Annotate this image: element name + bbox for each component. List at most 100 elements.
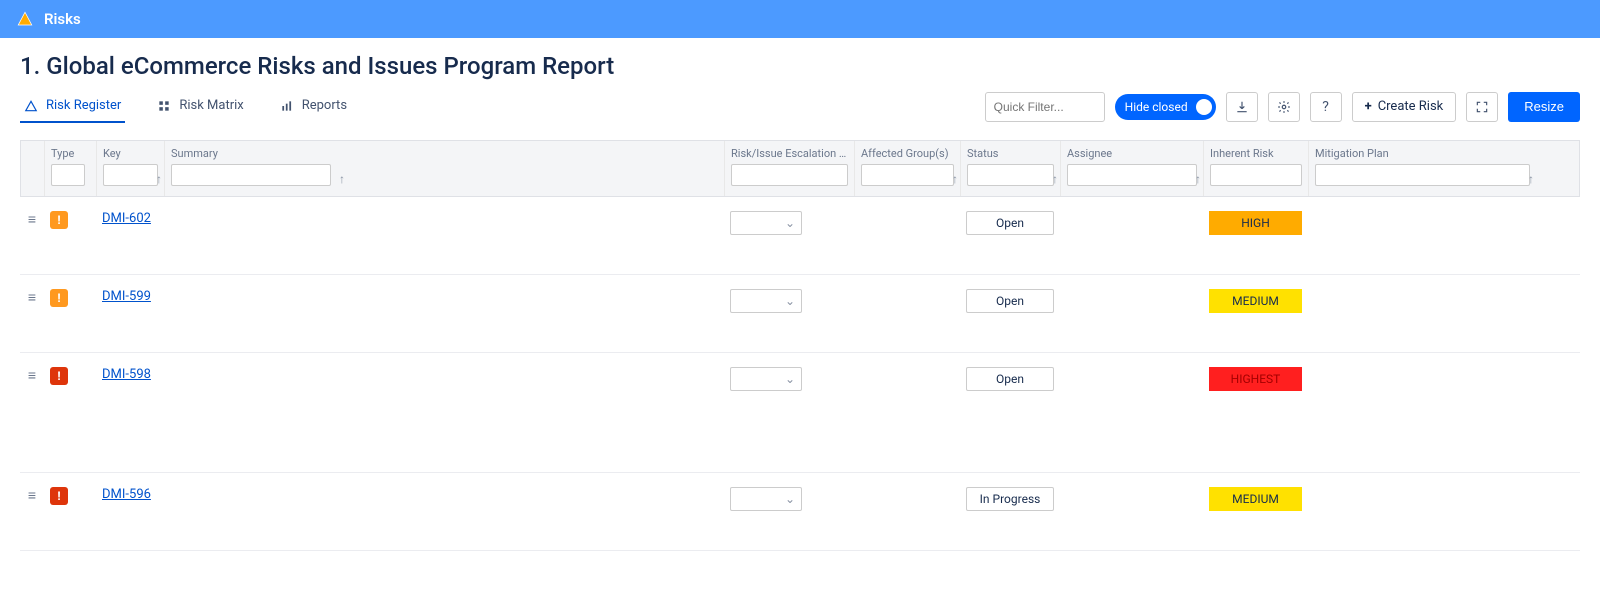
col-key: Key ↑	[97, 141, 165, 196]
col-label: Affected Group(s)	[861, 147, 954, 160]
col-label: Status	[967, 147, 1054, 160]
col-escalation: Risk/Issue Escalation Level	[725, 141, 855, 196]
issue-type-icon: !	[50, 487, 68, 505]
drag-handle[interactable]: ≡	[20, 211, 44, 228]
status-select[interactable]: Open	[966, 211, 1054, 235]
cell-inherent-risk: HIGH	[1203, 211, 1308, 235]
cell-status: Open	[960, 289, 1060, 313]
inherent-risk-badge[interactable]: MEDIUM	[1209, 487, 1302, 511]
filter-escalation-input[interactable]	[731, 164, 848, 186]
grid-body: ≡!DMI-602⌄OpenHIGH≡!DMI-599⌄OpenMEDIUM≡!…	[20, 197, 1580, 551]
cell-escalation: ⌄	[724, 487, 854, 511]
escalation-select[interactable]: ⌄	[730, 289, 802, 313]
filter-assignee-input[interactable]	[1067, 164, 1197, 186]
sort-asc-icon[interactable]: ↑	[1528, 172, 1534, 186]
filter-groups-input[interactable]	[861, 164, 954, 186]
col-mitigation-plan: Mitigation Plan ↑	[1309, 141, 1536, 196]
question-icon: ?	[1322, 99, 1329, 115]
toggle-label: Hide closed	[1125, 100, 1188, 114]
issue-type-icon: !	[50, 367, 68, 385]
banner-title: Risks	[44, 10, 81, 28]
cell-key: DMI-602	[96, 211, 164, 228]
status-select[interactable]: In Progress	[966, 487, 1054, 511]
issue-key-link[interactable]: DMI-599	[102, 289, 151, 304]
filter-mitigation-input[interactable]	[1315, 164, 1530, 186]
escalation-select[interactable]: ⌄	[730, 487, 802, 511]
cell-status: Open	[960, 211, 1060, 235]
status-select[interactable]: Open	[966, 367, 1054, 391]
hide-closed-toggle[interactable]: Hide closed	[1115, 94, 1216, 120]
tabs: Risk Register Risk Matrix Reports	[20, 90, 351, 123]
table-row: ≡! DMI-599 ⌄ Open MEDIUM	[20, 275, 1580, 353]
tab-reports[interactable]: Reports	[276, 90, 351, 123]
issue-key-link[interactable]: DMI-602	[102, 211, 151, 226]
cell-type: !	[44, 211, 96, 229]
sort-asc-icon[interactable]: ↑	[1052, 172, 1058, 186]
cell-inherent-risk: MEDIUM	[1203, 487, 1308, 511]
col-label: Inherent Risk	[1210, 147, 1302, 160]
cell-escalation: ⌄	[724, 211, 854, 235]
create-risk-button[interactable]: + Create Risk	[1352, 92, 1457, 122]
matrix-icon	[157, 99, 171, 113]
controls: Hide closed ? + Create Risk Resize	[985, 92, 1580, 122]
issue-type-icon: !	[50, 289, 68, 307]
inherent-risk-badge[interactable]: HIGHEST	[1209, 367, 1302, 391]
cell-status: Open	[960, 367, 1060, 391]
col-label: Type	[51, 147, 90, 160]
issue-type-icon: !	[50, 211, 68, 229]
cell-escalation: ⌄	[724, 289, 854, 313]
inherent-risk-badge[interactable]: HIGH	[1209, 211, 1302, 235]
help-button[interactable]: ?	[1310, 92, 1342, 122]
col-type: Type	[45, 141, 97, 196]
grid-header: Type Key ↑ Summary ↑ Risk/Issue Escalati…	[20, 140, 1580, 197]
tab-risk-register[interactable]: Risk Register	[20, 90, 125, 123]
cell-key: DMI-599	[96, 289, 164, 306]
sort-asc-icon[interactable]: ↑	[952, 172, 958, 186]
col-label: Risk/Issue Escalation Level	[731, 147, 848, 160]
expand-button[interactable]	[1466, 92, 1498, 122]
sort-asc-icon[interactable]: ↑	[1195, 172, 1201, 186]
col-assignee: Assignee ↑	[1061, 141, 1204, 196]
chevron-down-icon: ⌄	[785, 294, 795, 308]
drag-handle[interactable]: ≡	[20, 289, 44, 306]
grid: Type Key ↑ Summary ↑ Risk/Issue Escalati…	[0, 132, 1600, 559]
sort-asc-icon[interactable]: ↑	[339, 172, 345, 186]
cell-inherent-risk: HIGHEST	[1203, 367, 1308, 391]
filter-key-input[interactable]	[103, 164, 158, 186]
inherent-risk-badge[interactable]: MEDIUM	[1209, 289, 1302, 313]
settings-button[interactable]	[1268, 92, 1300, 122]
gear-icon	[1277, 100, 1291, 114]
escalation-select[interactable]: ⌄	[730, 367, 802, 391]
filter-status-input[interactable]	[967, 164, 1054, 186]
expand-icon	[1475, 100, 1489, 114]
tab-label: Risk Register	[46, 98, 121, 113]
filter-summary-input[interactable]	[171, 164, 331, 186]
plus-icon: +	[1365, 99, 1372, 114]
cell-type: !	[44, 487, 96, 505]
drag-handle[interactable]: ≡	[20, 367, 44, 384]
chart-icon	[280, 99, 294, 113]
quick-filter-input[interactable]	[985, 92, 1105, 122]
col-summary: Summary ↑	[165, 141, 725, 196]
issue-key-link[interactable]: DMI-596	[102, 487, 151, 502]
cell-inherent-risk: MEDIUM	[1203, 289, 1308, 313]
status-select[interactable]: Open	[966, 289, 1054, 313]
filter-inherent-risk-input[interactable]	[1210, 164, 1302, 186]
drag-handle[interactable]: ≡	[20, 487, 44, 504]
issue-key-link[interactable]: DMI-598	[102, 367, 151, 382]
tab-risk-matrix[interactable]: Risk Matrix	[153, 90, 247, 123]
toggle-knob	[1196, 99, 1212, 115]
download-button[interactable]	[1226, 92, 1258, 122]
filter-type-input[interactable]	[51, 164, 85, 186]
warning-icon	[24, 99, 38, 113]
tab-label: Reports	[302, 98, 347, 113]
col-status: Status ↑	[961, 141, 1061, 196]
resize-button[interactable]: Resize	[1508, 92, 1580, 122]
tab-label: Risk Matrix	[179, 98, 243, 113]
sort-asc-icon[interactable]: ↑	[156, 172, 162, 186]
col-inherent-risk: Inherent Risk	[1204, 141, 1309, 196]
table-row: ≡! DMI-598 ⌄ Open HIGHEST	[20, 353, 1580, 473]
col-label: Assignee	[1067, 147, 1197, 160]
page-title: 1. Global eCommerce Risks and Issues Pro…	[0, 38, 1600, 90]
escalation-select[interactable]: ⌄	[730, 211, 802, 235]
